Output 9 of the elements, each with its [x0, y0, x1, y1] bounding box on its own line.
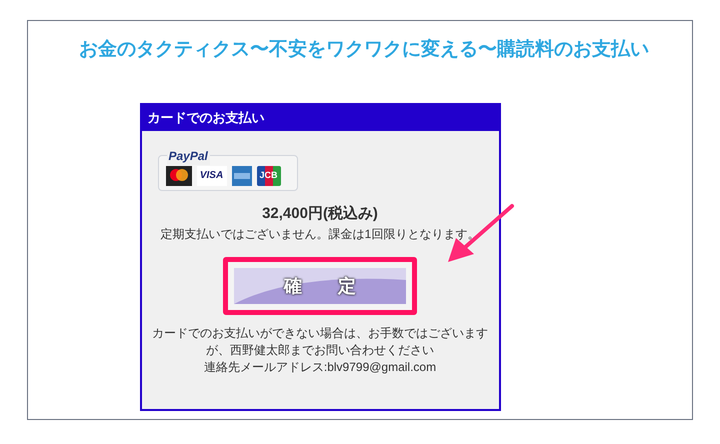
footer-note: カードでのお支払いができない場合は、お手数ではございますが、西野健太郎までお問い合わせください: [151, 325, 489, 359]
amex-icon: [232, 166, 252, 186]
page-title: お金のタクティクス〜不安をワクワクに変える〜購読料のお支払い: [79, 38, 649, 62]
contact-email: 連絡先メールアドレス:blv9799@gmail.com: [202, 359, 438, 376]
billing-note: 定期支払いではございません。課金は1回限りとなります。: [160, 226, 480, 243]
mastercard-icon: [166, 166, 192, 186]
price: 32,400円(税込み): [261, 204, 379, 224]
visa-logo: VISA: [196, 166, 226, 186]
card-header: カードでのお支払い: [142, 104, 498, 130]
